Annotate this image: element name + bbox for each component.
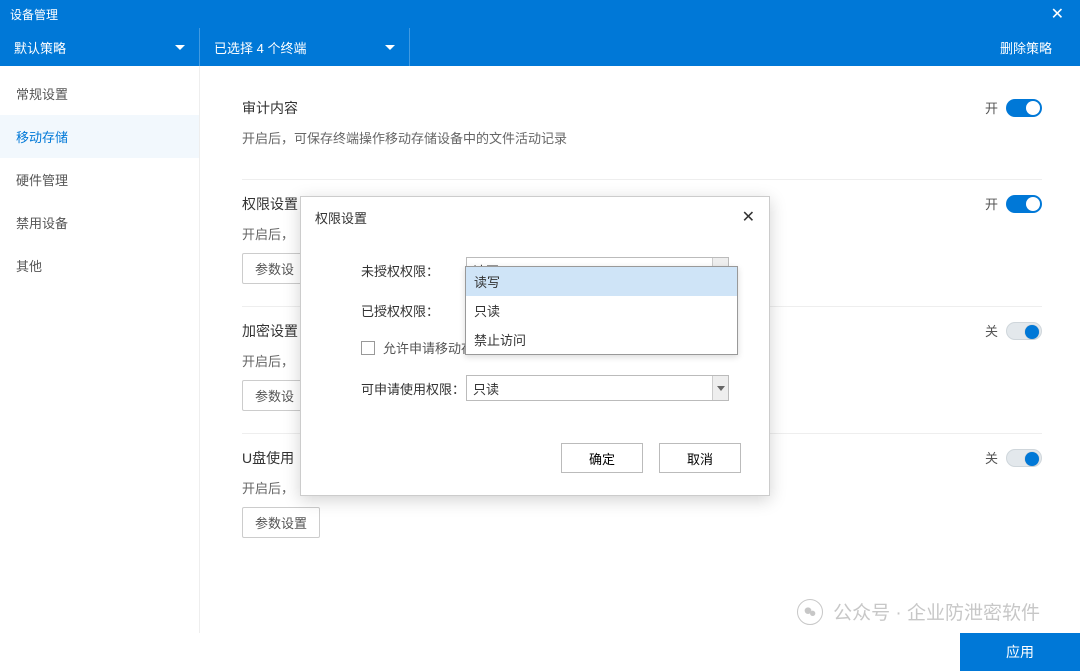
toggle-label: 开	[985, 98, 998, 117]
option-label: 只读	[474, 304, 500, 319]
toggle-label: 关	[985, 321, 998, 340]
sidebar-item-general[interactable]: 常规设置	[0, 72, 199, 115]
param-settings-button[interactable]: 参数设	[242, 380, 307, 411]
sidebar-item-storage[interactable]: 移动存储	[0, 115, 199, 158]
dropdown-option[interactable]: 只读	[466, 296, 737, 325]
dropdown-option[interactable]: 禁止访问	[466, 325, 737, 354]
dialog-footer: 确定 取消	[301, 429, 769, 495]
delete-policy-button[interactable]: 删除策略	[972, 28, 1080, 66]
toggle-label: 开	[985, 194, 998, 213]
bottombar: 应用	[0, 633, 1080, 671]
toggle-wrap: 关	[985, 321, 1042, 340]
select-value: 只读	[473, 379, 499, 398]
toggle-wrap: 开	[985, 194, 1042, 213]
close-icon[interactable]: ✕	[742, 207, 755, 227]
apply-button[interactable]: 应用	[960, 633, 1080, 671]
permission-toggle[interactable]	[1006, 195, 1042, 213]
sidebar-item-label: 移动存储	[16, 130, 68, 145]
window-title: 设备管理	[10, 6, 58, 23]
auth-label: 已授权权限：	[361, 301, 466, 320]
toolbar: 默认策略 已选择 4 个终端 删除策略	[0, 28, 1080, 66]
sidebar-item-disable[interactable]: 禁用设备	[0, 201, 199, 244]
encrypt-toggle[interactable]	[1006, 322, 1042, 340]
audit-toggle[interactable]	[1006, 99, 1042, 117]
reqperm-label: 可申请使用权限：	[361, 379, 466, 398]
selected-label: 已选择 4 个终端	[214, 38, 306, 57]
toggle-wrap: 开	[985, 98, 1042, 117]
dialog-header: 权限设置 ✕	[301, 197, 769, 237]
sidebar: 常规设置 移动存储 硬件管理 禁用设备 其他	[0, 66, 200, 633]
sidebar-item-label: 硬件管理	[16, 173, 68, 188]
sidebar-item-hardware[interactable]: 硬件管理	[0, 158, 199, 201]
param-settings-button[interactable]: 参数设置	[242, 507, 320, 538]
sidebar-item-label: 其他	[16, 259, 42, 274]
ok-button[interactable]: 确定	[561, 443, 643, 473]
section-desc: 开启后，可保存终端操作移动存储设备中的文件活动记录	[242, 128, 1042, 147]
chevron-down-icon	[712, 376, 728, 400]
section-audit: 审计内容 开启后，可保存终端操作移动存储设备中的文件活动记录 开	[242, 84, 1042, 180]
dialog-title: 权限设置	[315, 208, 367, 227]
policy-label: 默认策略	[14, 38, 66, 57]
sidebar-item-other[interactable]: 其他	[0, 244, 199, 287]
unauth-dropdown-list: 读写 只读 禁止访问	[465, 266, 738, 355]
sidebar-item-label: 常规设置	[16, 87, 68, 102]
spacer	[410, 28, 972, 66]
sidebar-item-label: 禁用设备	[16, 216, 68, 231]
selected-terminals-dropdown[interactable]: 已选择 4 个终端	[200, 28, 410, 66]
param-settings-button[interactable]: 参数设	[242, 253, 307, 284]
titlebar: 设备管理 ✕	[0, 0, 1080, 28]
reqperm-row: 可申请使用权限： 只读	[361, 375, 729, 401]
section-title: 审计内容	[242, 98, 1042, 118]
cancel-button[interactable]: 取消	[659, 443, 741, 473]
reqperm-select[interactable]: 只读	[466, 375, 729, 401]
chevron-down-icon	[385, 45, 395, 50]
close-icon[interactable]: ✕	[1045, 4, 1070, 24]
delete-policy-label: 删除策略	[1000, 38, 1052, 57]
dropdown-option[interactable]: 读写	[466, 267, 737, 296]
unauth-label: 未授权权限：	[361, 261, 466, 280]
chevron-down-icon	[175, 45, 185, 50]
option-label: 读写	[474, 275, 500, 290]
toggle-wrap: 关	[985, 448, 1042, 467]
approval-checkbox[interactable]	[361, 341, 375, 355]
policy-dropdown[interactable]: 默认策略	[0, 28, 200, 66]
option-label: 禁止访问	[474, 333, 526, 348]
usb-toggle[interactable]	[1006, 449, 1042, 467]
toggle-label: 关	[985, 448, 998, 467]
